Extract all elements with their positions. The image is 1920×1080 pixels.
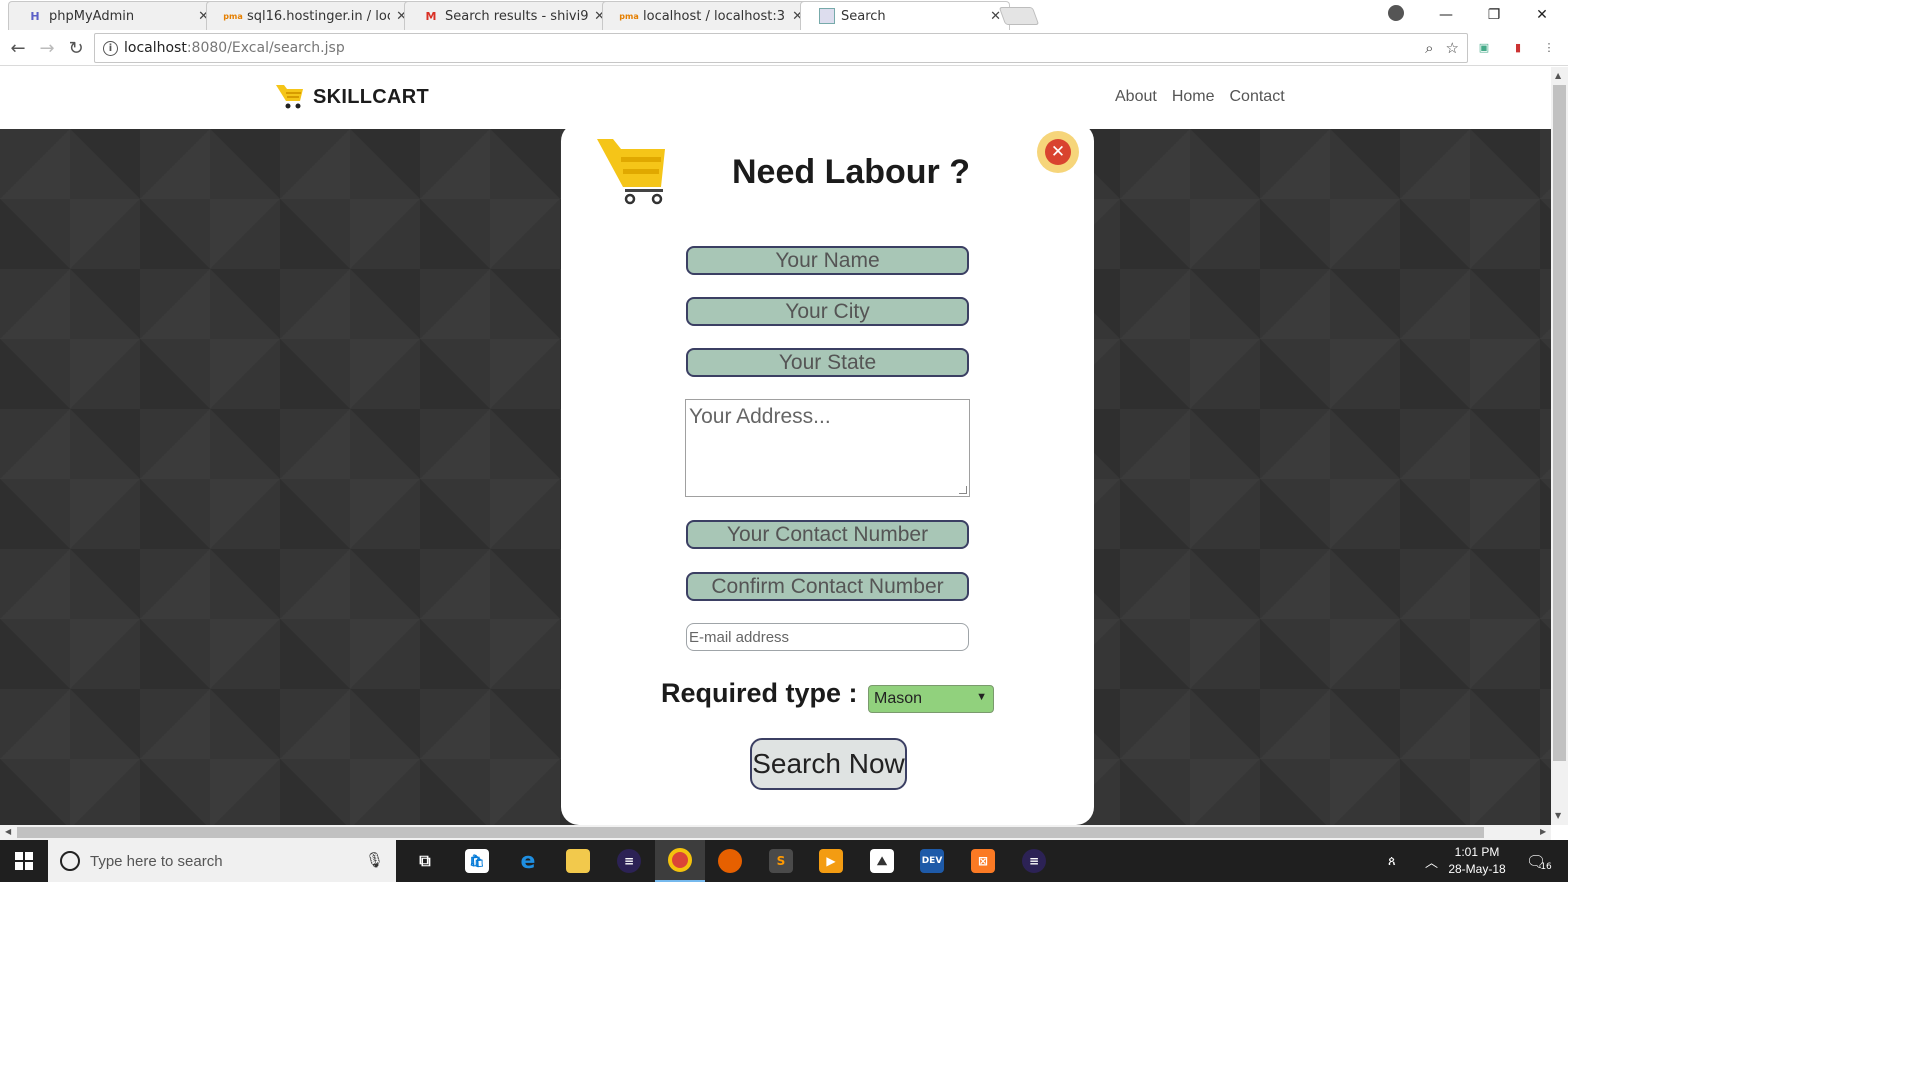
taskbar-search[interactable]: Type here to search 🎙	[48, 840, 396, 882]
url-path: :8080/Excal/search.jsp	[186, 40, 345, 56]
tab-search[interactable]: Search ✕	[800, 1, 1010, 30]
page-favicon-icon	[819, 8, 835, 24]
nav-about[interactable]: About	[1115, 88, 1157, 106]
address-bar[interactable]: i localhost :8080/Excal/search.jsp ⌕ ☆	[94, 33, 1468, 63]
scrollbar-thumb[interactable]	[17, 827, 1484, 838]
info-icon[interactable]: i	[103, 40, 118, 56]
menu-kebab-icon[interactable]: ⋮	[1541, 39, 1557, 55]
minimize-icon[interactable]: —	[1422, 0, 1470, 30]
taskbar: Type here to search 🎙 ⧉ 🛍 e ≡ S ▶ ⛰ DEV …	[0, 840, 1568, 882]
page-viewport: SKILLCART About Home Contact Need Labour…	[0, 67, 1551, 825]
tray-chevron-icon[interactable]: ︿	[1425, 840, 1438, 882]
url-host: localhost	[124, 40, 187, 56]
scroll-down-icon[interactable]: ▼	[1555, 811, 1561, 820]
cortana-icon	[60, 851, 80, 871]
taskbar-search-placeholder: Type here to search	[90, 852, 223, 870]
nav-contact[interactable]: Contact	[1230, 88, 1285, 106]
required-type-select[interactable]: Mason ▼	[868, 685, 994, 713]
microphone-icon[interactable]: 🎙	[365, 851, 384, 869]
tab-sql-hostinger[interactable]: pma sql16.hostinger.in / localh ✕	[206, 1, 416, 30]
brand[interactable]: SKILLCART	[275, 83, 429, 111]
name-input[interactable]: Your Name	[686, 246, 969, 275]
gmail-favicon-icon: M	[425, 9, 437, 23]
close-modal-button[interactable]: ✕	[1037, 131, 1079, 173]
tab-title: localhost / localhost:3307	[643, 8, 786, 24]
dev-cpp-icon[interactable]: DEV	[907, 840, 957, 882]
extension-icon[interactable]: ▮	[1510, 39, 1526, 55]
tab-phpmyadmin[interactable]: H phpMyAdmin ✕	[8, 1, 218, 30]
clock-date: 28-May-18	[1448, 862, 1506, 876]
horizontal-scrollbar[interactable]: ◀ ▶	[0, 825, 1551, 840]
brand-name: SKILLCART	[313, 85, 430, 108]
scroll-up-icon[interactable]: ▲	[1555, 71, 1561, 80]
notification-count: 16	[1540, 862, 1552, 872]
required-type-label: Required type :	[661, 678, 858, 708]
search-now-button[interactable]: Search Now	[750, 738, 907, 790]
nav-home[interactable]: Home	[1172, 88, 1215, 106]
vertical-scrollbar[interactable]: ▲ ▼	[1551, 67, 1568, 825]
reload-icon[interactable]: ↻	[64, 37, 88, 59]
sublime-text-icon[interactable]: S	[756, 840, 806, 882]
back-icon[interactable]: ←	[6, 37, 30, 59]
site-header: SKILLCART About Home Contact	[0, 67, 1551, 129]
taskbar-clock[interactable]: 1:01 PM 28-May-18	[1440, 844, 1514, 878]
selected-value: Mason	[874, 690, 923, 707]
tab-localhost-pma[interactable]: pma localhost / localhost:3307 ✕	[602, 1, 812, 30]
cart-logo-icon	[276, 85, 303, 109]
close-icon: ✕	[1045, 139, 1071, 165]
windows-start-button[interactable]	[0, 840, 48, 882]
pma-favicon-icon: pma	[619, 11, 639, 21]
tab-title: Search	[841, 8, 886, 24]
people-icon[interactable]: ጰ	[1388, 840, 1396, 882]
tab-gmail-search[interactable]: M Search results - shivi98g@ ✕	[404, 1, 614, 30]
task-view-icon[interactable]: ⧉	[400, 840, 450, 882]
modal-title: Need Labour ?	[731, 153, 971, 191]
store-icon[interactable]: 🛍	[452, 840, 502, 882]
zoom-icon[interactable]: ⌕	[1425, 39, 1433, 57]
tab-title: phpMyAdmin	[49, 8, 135, 24]
resize-handle-icon[interactable]	[959, 486, 967, 494]
scrollbar-thumb[interactable]	[1553, 85, 1566, 761]
window-close-icon[interactable]: ✕	[1518, 0, 1566, 30]
restore-icon[interactable]: ❐	[1470, 0, 1518, 30]
clock-time: 1:01 PM	[1454, 845, 1500, 859]
bookmark-star-icon[interactable]: ☆	[1446, 39, 1459, 57]
dropdown-arrow-icon: ▼	[976, 691, 987, 703]
state-input[interactable]: Your State	[686, 348, 969, 377]
address-placeholder: Your Address...	[689, 405, 831, 428]
confirm-contact-input[interactable]: Confirm Contact Number	[686, 572, 969, 601]
xampp-icon[interactable]: ⊠	[958, 840, 1008, 882]
profile-icon[interactable]	[1388, 5, 1404, 21]
scroll-left-icon[interactable]: ◀	[5, 827, 11, 836]
new-tab-button[interactable]	[998, 7, 1040, 25]
tab-title: sql16.hostinger.in / localh	[247, 8, 390, 24]
contact-number-input[interactable]: Your Contact Number	[686, 520, 969, 549]
cart-icon	[597, 139, 665, 205]
windows-logo-icon	[15, 852, 33, 870]
pma-favicon-icon: pma	[223, 11, 243, 21]
forward-icon[interactable]: →	[35, 37, 59, 59]
browser-toolbar: ← → ↻ i localhost :8080/Excal/search.jsp…	[0, 30, 1568, 66]
email-input[interactable]: E-mail address	[686, 623, 969, 651]
tab-strip: H phpMyAdmin ✕ pma sql16.hostinger.in / …	[0, 0, 1568, 30]
address-textarea[interactable]: Your Address...	[685, 399, 970, 497]
action-center-icon[interactable]: 🗨 16	[1526, 840, 1552, 882]
firefox-icon[interactable]	[705, 840, 755, 882]
scroll-right-icon[interactable]: ▶	[1540, 827, 1546, 836]
edge-icon[interactable]: e	[503, 840, 553, 882]
tab-title: Search results - shivi98g@	[445, 8, 589, 24]
site-nav: About Home Contact	[1115, 88, 1285, 106]
phpmyadmin-favicon-icon: H	[30, 9, 40, 23]
extension-icon[interactable]: ▣	[1476, 39, 1492, 55]
labour-search-modal: Need Labour ? ✕ Your Name Your City Your…	[561, 123, 1094, 825]
eclipse-icon[interactable]: ≡	[1009, 840, 1059, 882]
chrome-icon[interactable]	[655, 840, 705, 882]
file-explorer-icon[interactable]	[553, 840, 603, 882]
eclipse-icon[interactable]: ≡	[604, 840, 654, 882]
city-input[interactable]: Your City	[686, 297, 969, 326]
video-player-icon[interactable]: ▶	[806, 840, 856, 882]
photos-icon[interactable]: ⛰	[857, 840, 907, 882]
